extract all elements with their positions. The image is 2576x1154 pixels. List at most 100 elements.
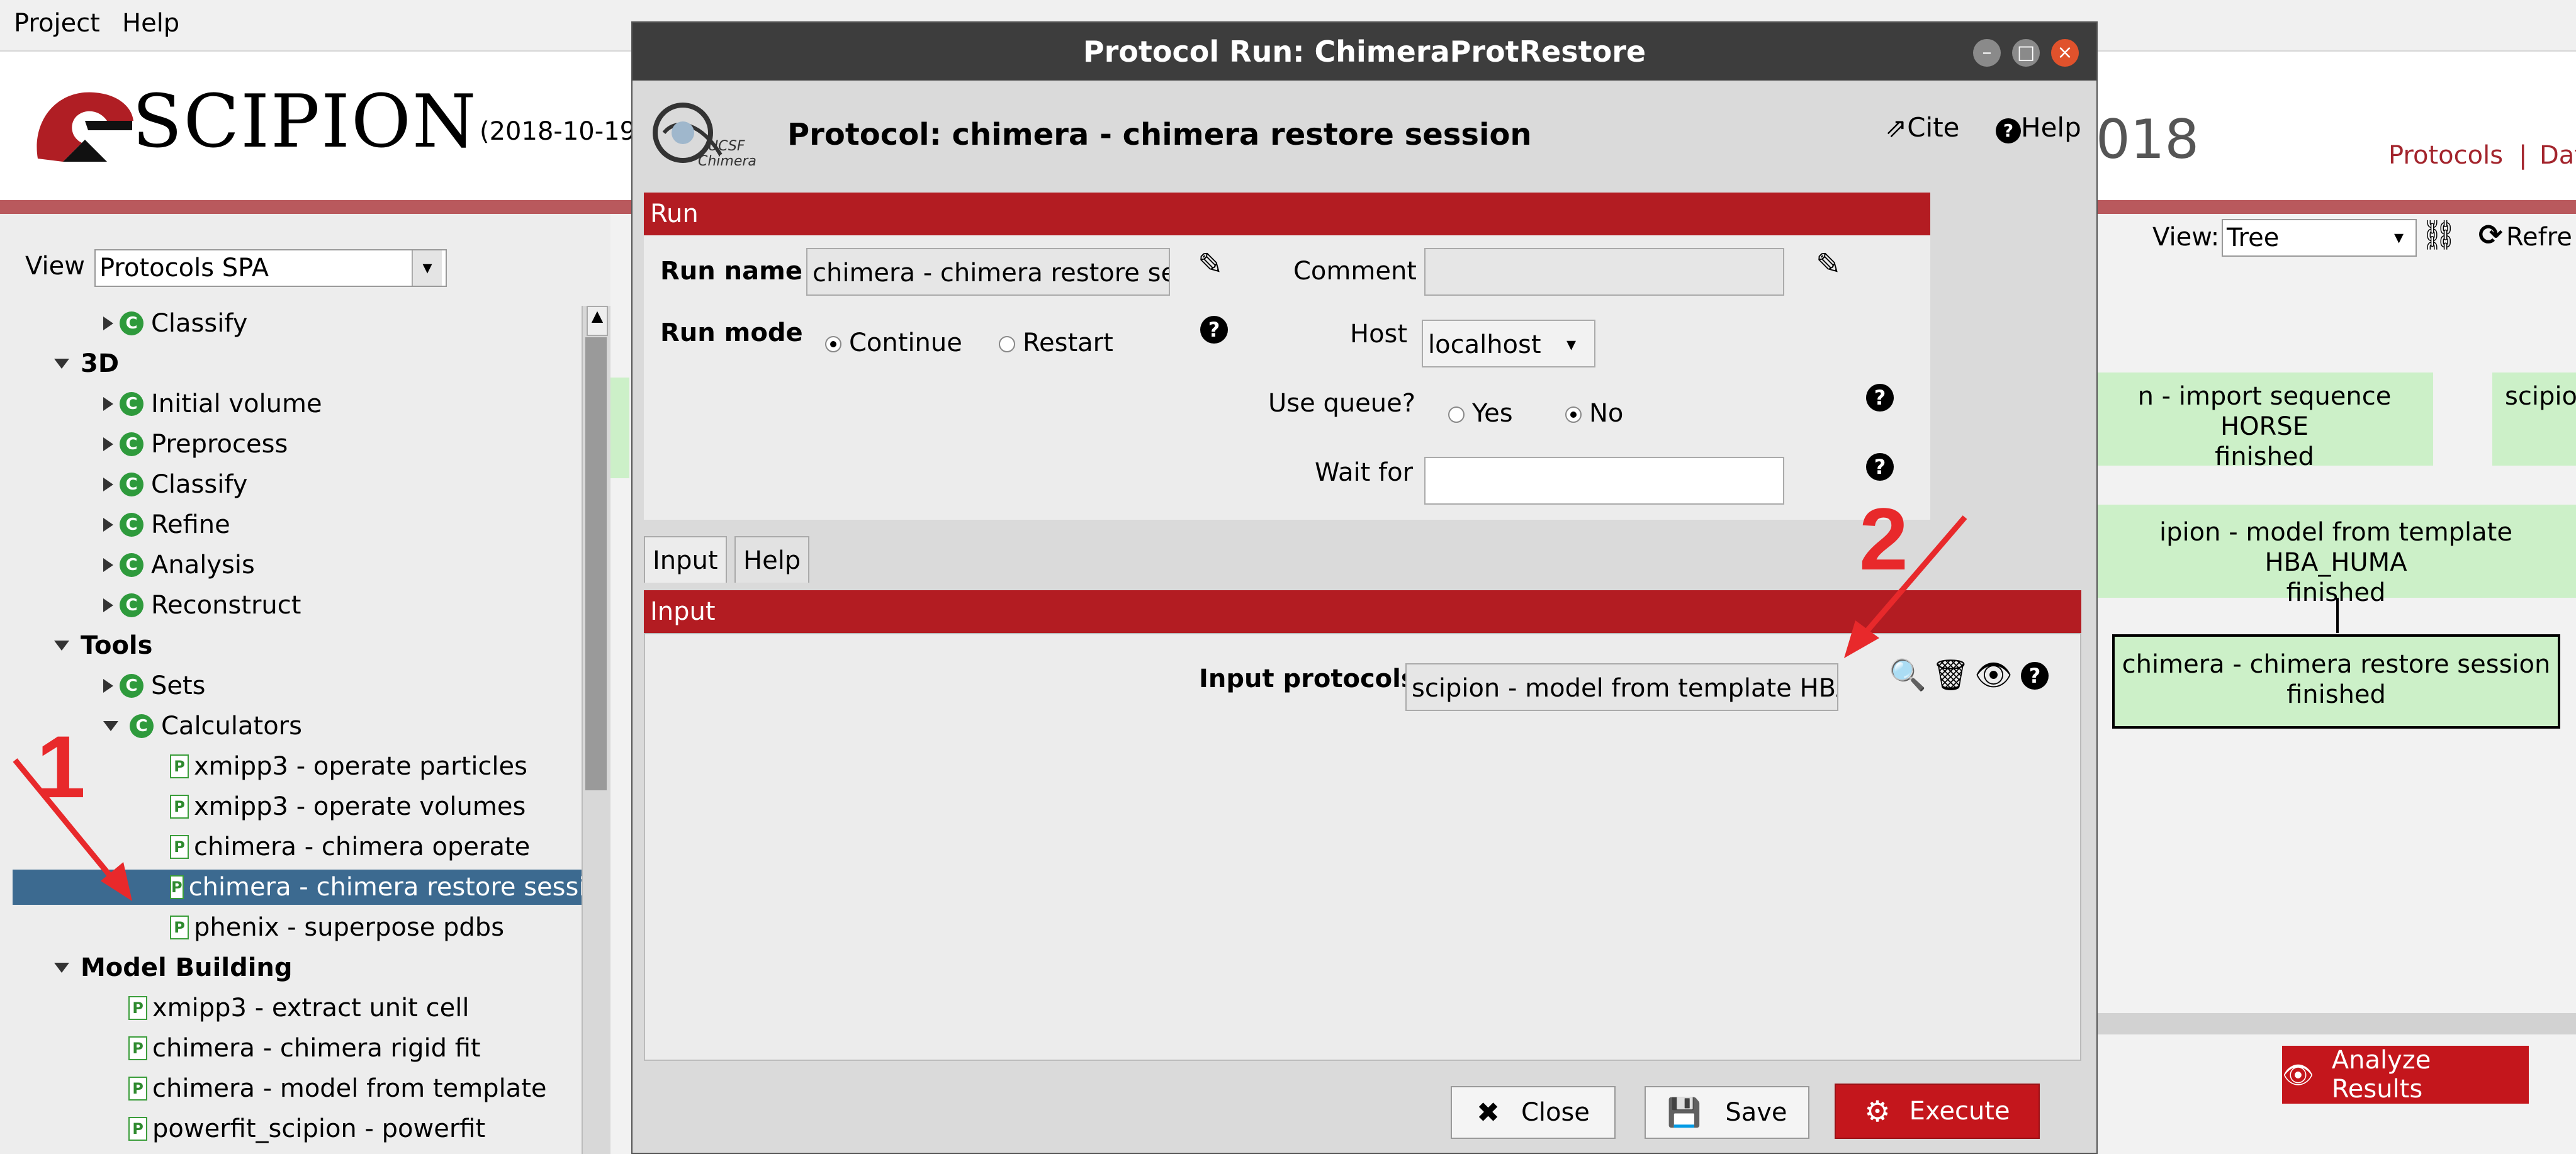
chevron-down-icon[interactable]: ▾ [412,250,442,286]
expand-triangle-icon[interactable] [103,437,113,451]
expand-triangle-icon[interactable] [103,478,113,491]
tree-item-protocol[interactable]: Pxmipp3 - extract unit cell [128,990,470,1026]
view-select[interactable]: Protocols SPA ▾ [94,249,447,287]
tree-item-label: Classify [151,309,248,338]
run-box-scipion[interactable]: scipio [2492,373,2576,466]
tree-item-group[interactable]: C Classify [103,306,247,341]
menu-project[interactable]: Project [14,9,100,38]
tree-item-label: phenix - superpose pdbs [194,913,505,942]
collapse-triangle-icon[interactable] [54,359,69,369]
tree-item-group[interactable]: C Initial volume [103,386,322,422]
search-icon[interactable]: 🔍 [1889,657,1926,693]
menu-help[interactable]: Help [122,9,179,38]
category-icon: C [120,311,143,335]
run-section-title: Run [650,199,699,228]
run-box-status: finished [2286,680,2386,709]
use-queue-help-icon[interactable]: ? [1866,384,1894,412]
dialog-titlebar[interactable]: Protocol Run: ChimeraProtRestore [633,23,2096,81]
expand-triangle-icon[interactable] [103,679,113,693]
expand-triangle-icon[interactable] [103,397,113,411]
tree-item-section[interactable]: 3D [54,346,119,381]
tree-item-protocol[interactable]: Pchimera - chimera rigid fit [128,1031,481,1066]
run-box-restore-session[interactable]: chimera - chimera restore session finish… [2112,634,2560,729]
tab-input[interactable]: Input [644,536,727,583]
category-icon: C [120,432,143,456]
input-protocols-field[interactable]: scipion - model from template HBA_ [1405,663,1838,711]
cite-button[interactable]: ⇗Cite [1885,112,1960,143]
tree-item-group[interactable]: C Reconstruct [103,588,301,623]
expand-triangle-icon[interactable] [103,518,113,532]
expand-triangle-icon[interactable] [103,598,113,612]
use-queue-no[interactable]: No [1565,399,1623,428]
tree-item-protocol[interactable]: Pxmipp3 - operate particles [170,749,527,784]
chevron-down-icon[interactable]: ▾ [2394,220,2413,255]
tree-item-group[interactable]: C Refine [103,507,230,542]
tree-item-section[interactable]: Model Building [54,950,293,985]
tree-item-group[interactable]: C Preprocess [103,427,288,462]
scroll-up-icon[interactable]: ▲ [587,306,608,336]
run-box-name: ipion - model from template HBA_HUMA [2159,518,2512,577]
edit-pencil-icon[interactable]: ✎ [1816,247,1841,282]
comment-field[interactable] [1424,248,1784,296]
help-button[interactable]: ? Help [1996,112,2081,143]
collapse-triangle-icon[interactable] [54,641,69,651]
host-label: Host [1350,320,1408,349]
tree-item-group-open[interactable]: C Calculators [103,709,302,744]
maximize-icon[interactable]: □ [2012,39,2040,67]
eye-icon[interactable]: 👁 [1974,657,2013,693]
expand-triangle-icon[interactable] [103,317,113,330]
collapse-triangle-icon[interactable] [54,963,69,973]
host-select[interactable]: localhost ▾ [1422,320,1595,367]
save-button[interactable]: 💾 Save [1645,1086,1809,1139]
tree-layout-icon[interactable]: ⛓ [2421,218,2457,252]
collapse-triangle-icon[interactable] [103,721,118,731]
refresh-label[interactable]: Refre [2506,223,2572,252]
edit-pencil-icon[interactable]: ✎ [1198,247,1223,282]
minimize-icon[interactable]: – [1973,39,2001,67]
close-window-icon[interactable]: × [2051,39,2079,67]
tree-item-protocol[interactable]: Pchimera - model from template [128,1071,546,1106]
analyze-results-button[interactable]: 👁 Analyze Results [2282,1046,2529,1104]
graph-view-select[interactable]: Tree ▾ [2222,219,2417,257]
tree-scrollbar[interactable]: ▲ [582,306,610,1154]
refresh-icon[interactable]: ⟳ [2478,218,2503,252]
scrollbar-thumb[interactable] [585,337,607,790]
data-link[interactable]: Dat [2539,141,2576,170]
graph-hscrollbar[interactable] [2096,1013,2576,1034]
use-queue-label: Use queue? [1268,389,1415,418]
run-box-import-sequence[interactable]: n - import sequence HORSE finished [2096,373,2433,471]
protocols-link[interactable]: Protocols [2388,141,2503,170]
tree-item-group[interactable]: C Sets [103,668,206,703]
input-protocols-help-icon[interactable]: ? [2021,662,2049,690]
run-mode-help-icon[interactable]: ? [1200,316,1228,344]
run-mode-continue[interactable]: Continue [825,328,962,357]
expand-triangle-icon[interactable] [103,558,113,572]
trash-icon[interactable]: 🗑 [1932,657,1970,693]
wait-for-field[interactable] [1424,457,1784,505]
tree-item-protocol[interactable]: Ppowerfit_scipion - powerfit [128,1111,485,1146]
chevron-down-icon[interactable]: ▾ [1566,321,1592,366]
tree-item-label: chimera - chimera rigid fit [152,1034,481,1063]
run-box-status: finished [2215,442,2314,471]
tree-item-group[interactable]: C Classify [103,467,247,502]
dialog-title: Protocol Run: ChimeraProtRestore [1083,35,1646,69]
tree-item-protocol[interactable]: Pxmipp3 - operate volumes [170,789,526,824]
protocol-icon: P [170,875,184,899]
wait-for-label: Wait for [1315,458,1414,487]
tab-help[interactable]: Help [734,536,810,583]
run-section-header: Run [644,193,1930,235]
execute-button[interactable]: ⚙ Execute [1835,1084,2040,1139]
tree-item-protocol[interactable]: Pchimera - chimera operate [170,829,530,865]
close-button[interactable]: ✖ Close [1451,1086,1616,1139]
tree-item-group[interactable]: C Analysis [103,547,255,583]
radio-unselected-icon [1448,406,1465,423]
tree-item-protocol[interactable]: Pphenix - superpose pdbs [170,910,504,945]
tree-item-protocol[interactable]: Pchimera - chimera restore sessi [13,870,582,905]
protocol-icon: P [128,1117,147,1141]
run-name-field[interactable]: chimera - chimera restore sess [806,248,1170,296]
tree-item-section[interactable]: Tools [54,628,152,663]
use-queue-yes[interactable]: Yes [1448,399,1513,428]
run-box-model-from-template[interactable]: ipion - model from template HBA_HUMA fin… [2096,505,2576,607]
run-mode-restart[interactable]: Restart [999,328,1113,357]
wait-for-help-icon[interactable]: ? [1866,453,1894,481]
